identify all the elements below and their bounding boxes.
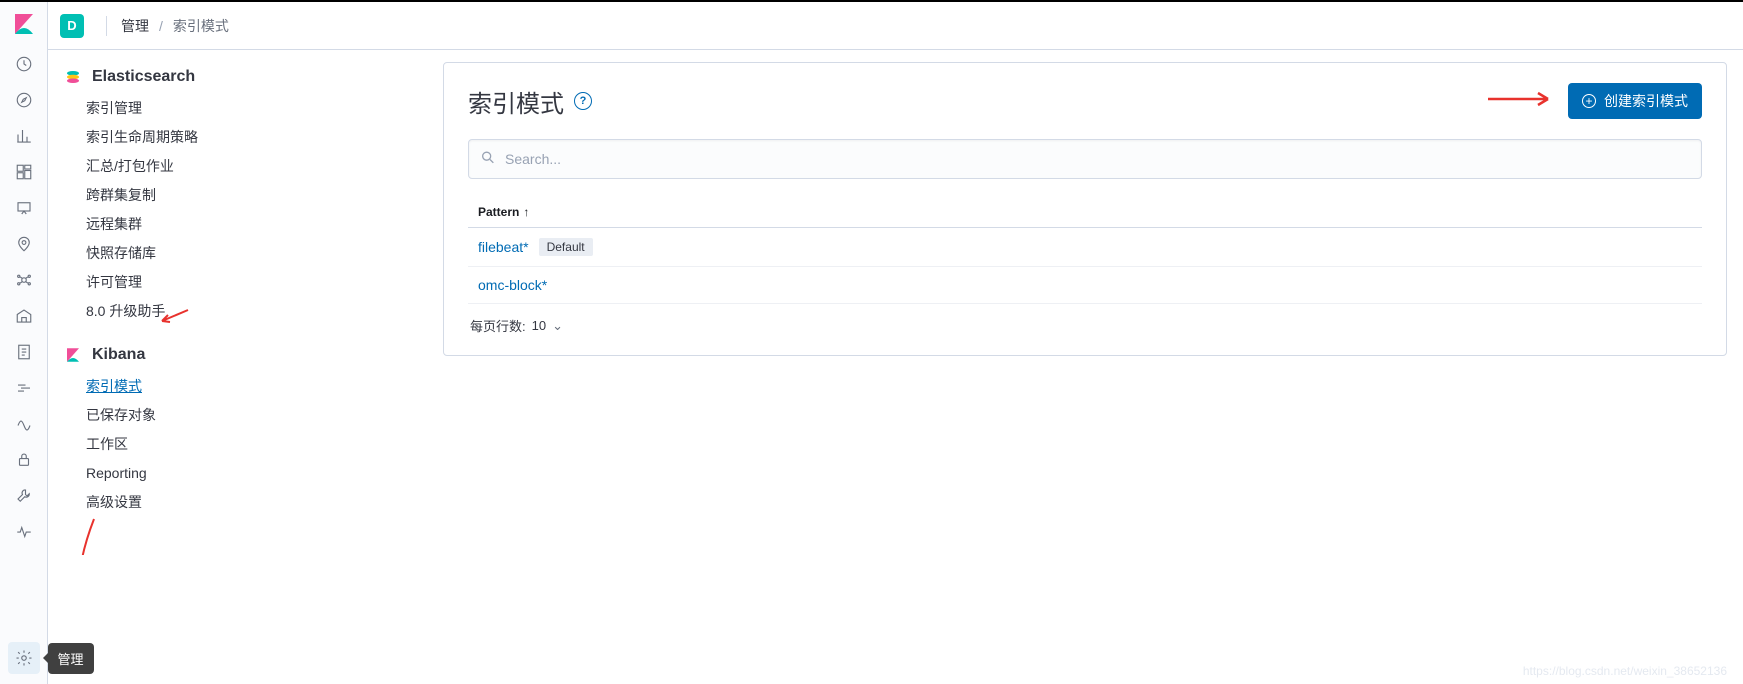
topbar: D 管理 / 索引模式 bbox=[48, 2, 443, 50]
index-pattern-link[interactable]: omc-block* bbox=[478, 277, 547, 293]
dashboard-icon[interactable] bbox=[8, 156, 40, 188]
nav-rail: 管理 bbox=[0, 2, 48, 684]
sidebar-item-advanced-settings[interactable]: 高级设置 bbox=[86, 488, 427, 517]
watermark: https://blog.csdn.net/weixin_38652136 bbox=[1523, 664, 1727, 678]
breadcrumb-root[interactable]: 管理 bbox=[121, 16, 149, 36]
sidebar-item-saved-objects[interactable]: 已保存对象 bbox=[86, 401, 427, 430]
kibana-icon bbox=[64, 346, 82, 364]
maps-icon[interactable] bbox=[8, 228, 40, 260]
search-icon bbox=[480, 150, 496, 169]
recently-viewed-icon[interactable] bbox=[8, 48, 40, 80]
table-row: filebeat* Default bbox=[468, 228, 1702, 267]
section-heading-kibana: Kibana bbox=[64, 346, 427, 364]
ml-icon[interactable] bbox=[8, 264, 40, 296]
canvas-icon[interactable] bbox=[8, 192, 40, 224]
plus-circle-icon: + bbox=[1582, 94, 1596, 108]
table-row: omc-block* bbox=[468, 267, 1702, 304]
management-icon[interactable]: 管理 bbox=[8, 642, 40, 674]
breadcrumb: 管理 / 索引模式 bbox=[121, 16, 229, 36]
sidebar-item-license[interactable]: 许可管理 bbox=[86, 268, 427, 297]
infrastructure-icon[interactable] bbox=[8, 300, 40, 332]
page-title: 索引模式 bbox=[468, 84, 564, 119]
sidebar-item-ccr[interactable]: 跨群集复制 bbox=[86, 181, 427, 210]
sort-asc-icon: ↑ bbox=[523, 205, 529, 219]
sidebar-item-reporting[interactable]: Reporting bbox=[86, 459, 427, 488]
sidebar-item-upgrade-assistant[interactable]: 8.0 升级助手 bbox=[86, 297, 427, 326]
uptime-icon[interactable] bbox=[8, 408, 40, 440]
main-topbar bbox=[443, 2, 1743, 50]
monitoring-icon[interactable] bbox=[8, 516, 40, 548]
sidebar-item-ilm[interactable]: 索引生命周期策略 bbox=[86, 123, 427, 152]
rows-per-page-selector[interactable]: 每页行数: 10 ⌄ bbox=[468, 304, 1702, 335]
sidebar-item-rollup[interactable]: 汇总/打包作业 bbox=[86, 152, 427, 181]
divider bbox=[106, 16, 107, 36]
management-sidebar: Elasticsearch 索引管理 索引生命周期策略 汇总/打包作业 跨群集复… bbox=[48, 50, 443, 555]
section-heading-elasticsearch: Elasticsearch bbox=[64, 68, 427, 86]
sidebar-item-index-management[interactable]: 索引管理 bbox=[86, 94, 427, 123]
help-icon[interactable]: ? bbox=[574, 92, 592, 110]
chevron-down-icon: ⌄ bbox=[552, 318, 563, 334]
apm-icon[interactable] bbox=[8, 372, 40, 404]
create-index-pattern-button[interactable]: + 创建索引模式 bbox=[1568, 83, 1702, 119]
annotation-arrow-icon bbox=[70, 515, 100, 555]
visualize-icon[interactable] bbox=[8, 120, 40, 152]
sidebar-item-index-patterns[interactable]: 索引模式 bbox=[86, 372, 427, 401]
breadcrumb-current: 索引模式 bbox=[173, 16, 229, 36]
table-header[interactable]: Pattern ↑ bbox=[468, 197, 1702, 228]
sidebar-item-remote-clusters[interactable]: 远程集群 bbox=[86, 210, 427, 239]
elasticsearch-icon bbox=[64, 68, 82, 86]
dev-tools-icon[interactable] bbox=[8, 480, 40, 512]
kibana-logo-icon[interactable] bbox=[12, 12, 36, 36]
siem-icon[interactable] bbox=[8, 444, 40, 476]
breadcrumb-separator: / bbox=[159, 18, 163, 34]
logs-icon[interactable] bbox=[8, 336, 40, 368]
discover-icon[interactable] bbox=[8, 84, 40, 116]
column-header-pattern: Pattern bbox=[478, 205, 519, 219]
sidebar-item-spaces[interactable]: 工作区 bbox=[86, 430, 427, 459]
default-badge: Default bbox=[539, 238, 593, 256]
sidebar-item-snapshot-repos[interactable]: 快照存储库 bbox=[86, 239, 427, 268]
tooltip: 管理 bbox=[48, 643, 94, 674]
index-pattern-link[interactable]: filebeat* bbox=[478, 239, 529, 255]
space-selector[interactable]: D bbox=[60, 14, 84, 38]
index-pattern-table: Pattern ↑ filebeat* Default omc-block* bbox=[468, 197, 1702, 304]
index-patterns-panel: 索引模式 ? + 创建索引模式 Pattern bbox=[443, 62, 1727, 356]
search-input[interactable] bbox=[468, 139, 1702, 179]
